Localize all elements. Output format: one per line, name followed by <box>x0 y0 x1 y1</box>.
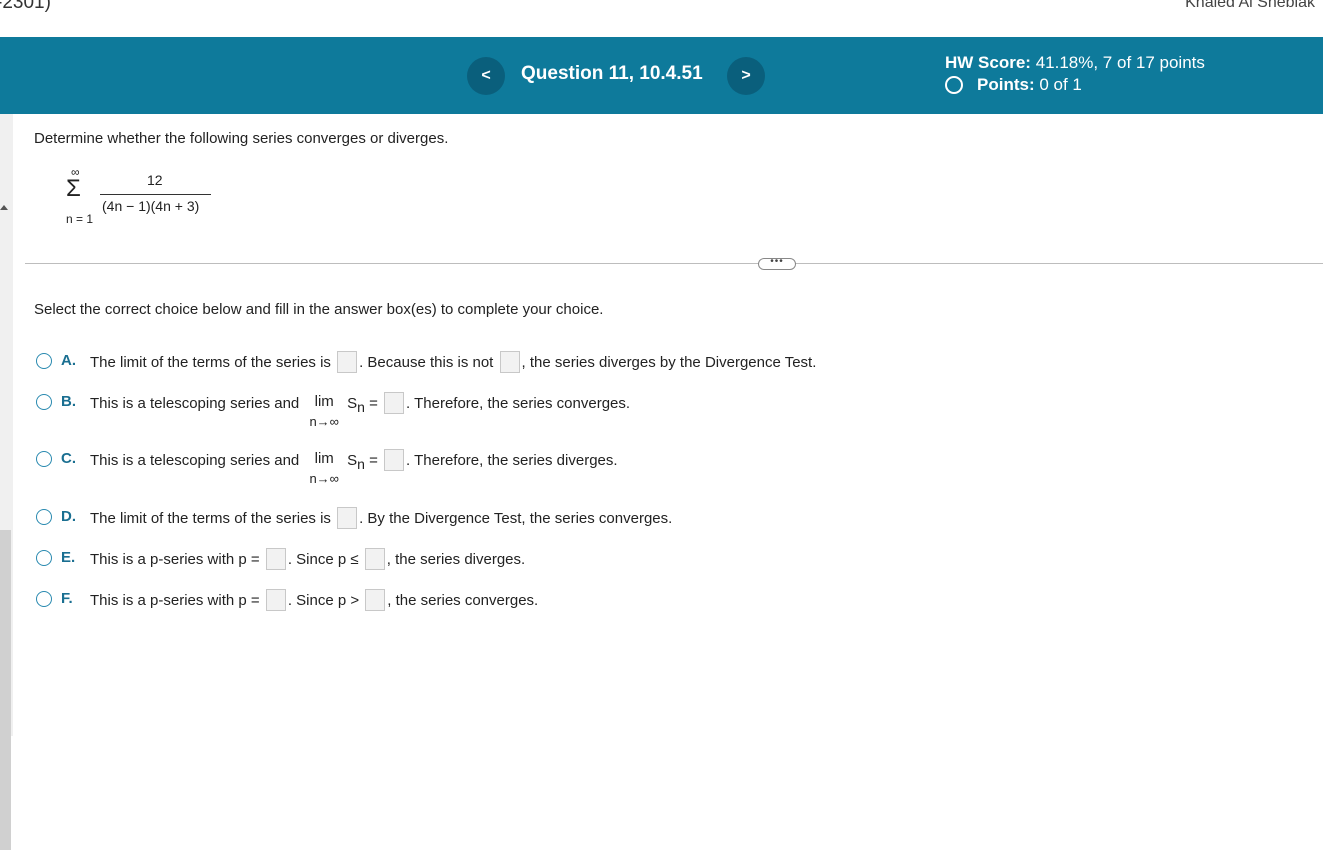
choice-letter: A. <box>61 352 76 369</box>
sigma-symbol: Σ <box>66 175 81 202</box>
radio-d[interactable] <box>36 509 52 525</box>
question-header: < Question 11, 10.4.51 > HW Score: 41.18… <box>0 37 1323 114</box>
s-subscript: n <box>357 455 365 472</box>
scrollbar-thumb[interactable] <box>0 530 11 850</box>
equals-sign: = <box>369 451 378 469</box>
answer-box-a2[interactable] <box>499 351 520 373</box>
points: Points: 0 of 1 <box>945 75 1082 95</box>
chevron-left-icon: < <box>481 67 491 84</box>
answer-box-c1[interactable] <box>384 449 405 471</box>
s-subscript: n <box>357 398 365 415</box>
choice-f-part3: , the series converges. <box>387 591 539 609</box>
choice-letter: C. <box>61 450 76 467</box>
s-symbol: S <box>347 451 358 469</box>
lim-word: lim <box>314 393 334 410</box>
choice-e-part3: , the series diverges. <box>386 550 526 568</box>
choice-d-text: The limit of the terms of the series is … <box>90 507 673 530</box>
user-name[interactable]: Khaled Al Sheblak <box>1185 0 1315 12</box>
answer-box-b1[interactable] <box>384 392 405 414</box>
choice-b-text: This is a telescoping series and lim n→∞… <box>90 392 631 429</box>
lim-subscript: n→∞ <box>309 471 339 486</box>
answer-box-e2[interactable] <box>364 548 385 570</box>
choice-letter: E. <box>61 549 76 566</box>
answer-box-f2[interactable] <box>365 589 386 611</box>
choice-b-part2: . Therefore, the series converges. <box>406 394 631 412</box>
series-denominator: (4n − 1)(4n + 3) <box>102 198 200 214</box>
series-expression: ∞ Σ n = 1 12 (4n − 1)(4n + 3) <box>58 165 228 230</box>
series-numerator: 12 <box>147 172 163 188</box>
radio-b[interactable] <box>36 394 52 410</box>
choice-b[interactable]: B. This is a telescoping series and lim … <box>36 392 631 429</box>
fraction-bar <box>100 194 211 195</box>
lim-subscript: n→∞ <box>309 414 339 429</box>
choice-d[interactable]: D. The limit of the terms of the series … <box>36 507 673 530</box>
choice-e-part2: . Since p ≤ <box>287 550 359 568</box>
points-label: Points: <box>977 75 1035 94</box>
choice-c-part2: . Therefore, the series diverges. <box>406 451 618 469</box>
scroll-up-arrow-icon[interactable] <box>0 205 8 210</box>
choice-d-part1: The limit of the terms of the series is <box>90 509 331 527</box>
choice-b-part1: This is a telescoping series and <box>90 394 300 412</box>
choice-d-part2: . By the Divergence Test, the series con… <box>359 509 673 527</box>
top-strip: -2301) Khaled Al Sheblak <box>0 0 1323 37</box>
lim-word: lim <box>314 450 334 467</box>
choice-f-text: This is a p-series with p = . Since p > … <box>90 589 539 612</box>
answer-box-f1[interactable] <box>265 589 286 611</box>
s-symbol: S <box>347 394 358 412</box>
choice-f-part1: This is a p-series with p = <box>90 591 260 609</box>
choice-c[interactable]: C. This is a telescoping series and lim … <box>36 449 618 486</box>
choice-f-part2: . Since p > <box>287 591 360 609</box>
previous-question-button[interactable]: < <box>467 57 505 95</box>
answer-box-a1[interactable] <box>337 351 358 373</box>
hw-score-label: HW Score: <box>945 53 1031 72</box>
section-divider <box>25 263 1323 264</box>
choice-f[interactable]: F. This is a p-series with p = . Since p… <box>36 589 539 612</box>
choice-c-text: This is a telescoping series and lim n→∞… <box>90 449 618 486</box>
more-options-button[interactable]: ••• <box>758 257 796 270</box>
limit-expression: lim n→∞ <box>309 393 339 429</box>
choice-letter: B. <box>61 393 76 410</box>
choice-a-part2: . Because this is not <box>359 353 494 371</box>
choice-e[interactable]: E. This is a p-series with p = . Since p… <box>36 548 526 571</box>
choice-a-part3: , the series diverges by the Divergence … <box>521 353 817 371</box>
radio-e[interactable] <box>36 550 52 566</box>
equals-sign: = <box>369 394 378 412</box>
choice-e-part1: This is a p-series with p = <box>90 550 260 568</box>
course-title-fragment: -2301) <box>0 0 51 13</box>
points-value: 0 of 1 <box>1039 75 1082 94</box>
choice-letter: D. <box>61 508 76 525</box>
radio-c[interactable] <box>36 451 52 467</box>
choice-letter: F. <box>61 590 73 607</box>
limit-expression: lim n→∞ <box>309 450 339 486</box>
answer-box-e1[interactable] <box>265 548 286 570</box>
instruction-text: Select the correct choice below and fill… <box>34 301 604 318</box>
choice-c-part1: This is a telescoping series and <box>90 451 300 469</box>
circle-status-icon <box>945 76 963 94</box>
choice-a-text: The limit of the terms of the series is … <box>90 351 817 374</box>
choice-e-text: This is a p-series with p = . Since p ≤ … <box>90 548 526 571</box>
question-prompt: Determine whether the following series c… <box>34 130 449 147</box>
choice-a-part1: The limit of the terms of the series is <box>90 353 331 371</box>
series-lower-limit: n = 1 <box>66 212 94 226</box>
hw-score: HW Score: 41.18%, 7 of 17 points <box>945 53 1205 73</box>
radio-a[interactable] <box>36 353 52 369</box>
radio-f[interactable] <box>36 591 52 607</box>
hw-score-value: 41.18%, 7 of 17 points <box>1035 53 1205 72</box>
chevron-right-icon: > <box>741 67 751 84</box>
choice-a[interactable]: A. The limit of the terms of the series … <box>36 351 817 374</box>
question-title: Question 11, 10.4.51 <box>521 63 703 84</box>
next-question-button[interactable]: > <box>727 57 765 95</box>
answer-box-d1[interactable] <box>337 507 358 529</box>
